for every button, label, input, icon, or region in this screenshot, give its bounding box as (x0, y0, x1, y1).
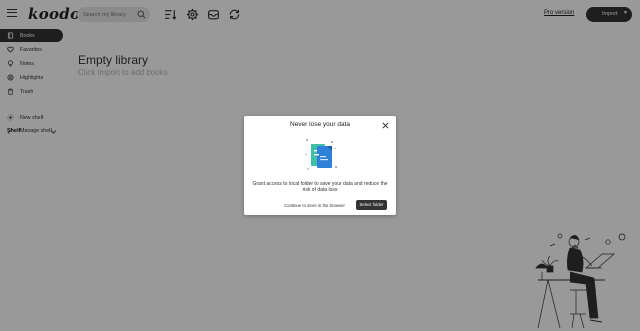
select-folder-button[interactable]: Select folder (356, 200, 387, 210)
document-folder-icon (304, 139, 337, 170)
dialog-message: Grant access to local folder to save you… (252, 181, 388, 194)
never-lose-data-dialog: Never lose your data Grant access to loc… (244, 116, 396, 215)
continue-in-browser-button[interactable]: Continue to store in the browser (284, 203, 345, 208)
dialog-title: Never lose your data (290, 121, 350, 128)
close-icon[interactable] (382, 122, 389, 129)
